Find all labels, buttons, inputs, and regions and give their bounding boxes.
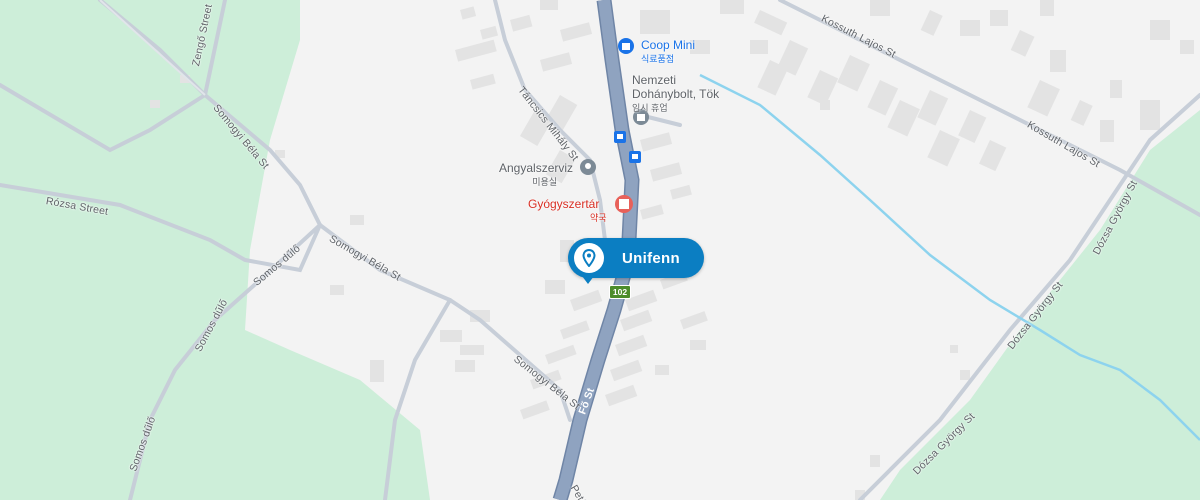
poi-name-line2: Dohánybolt, Tök — [632, 87, 720, 101]
poi-name-line1: Nemzeti — [632, 73, 677, 87]
green-area-west — [0, 0, 430, 500]
poi-nemzeti-dohanybolt[interactable]: Nemzeti Dohánybolt, Tök 임시 휴업 — [632, 73, 719, 114]
location-pin-icon — [580, 159, 596, 175]
poi-angyalszerviz[interactable]: Angyalszerviz 미용실 — [499, 161, 573, 188]
shopping-bag-icon — [618, 38, 634, 54]
place-marker[interactable]: Unifenn — [568, 238, 704, 284]
poi-gyogyszertar[interactable]: Gyógyszertár 약국 — [528, 197, 607, 224]
poi-status: 임시 휴업 — [632, 103, 668, 113]
bus-stop-icon — [629, 151, 641, 163]
poi-name: Angyalszerviz — [499, 161, 574, 175]
bus-stop-icon — [614, 131, 626, 143]
poi-category: 식료품점 — [641, 54, 675, 64]
place-marker-label: Unifenn — [622, 249, 680, 267]
poi-name: Gyógyszertár — [528, 197, 600, 211]
poi-category: 미용실 — [532, 177, 558, 187]
pharmacy-icon — [615, 195, 633, 213]
map-canvas[interactable]: Coop Mini 식료품점 Nemzeti Dohánybolt, Tök 임… — [0, 0, 1200, 500]
poi-category: 약국 — [590, 213, 607, 223]
marker-pointer — [582, 276, 594, 284]
poi-coop-mini[interactable]: Coop Mini 식료품점 — [641, 38, 695, 65]
route-shield: 102 — [609, 285, 631, 299]
location-pin-icon — [574, 243, 604, 273]
poi-name: Coop Mini — [641, 38, 696, 52]
